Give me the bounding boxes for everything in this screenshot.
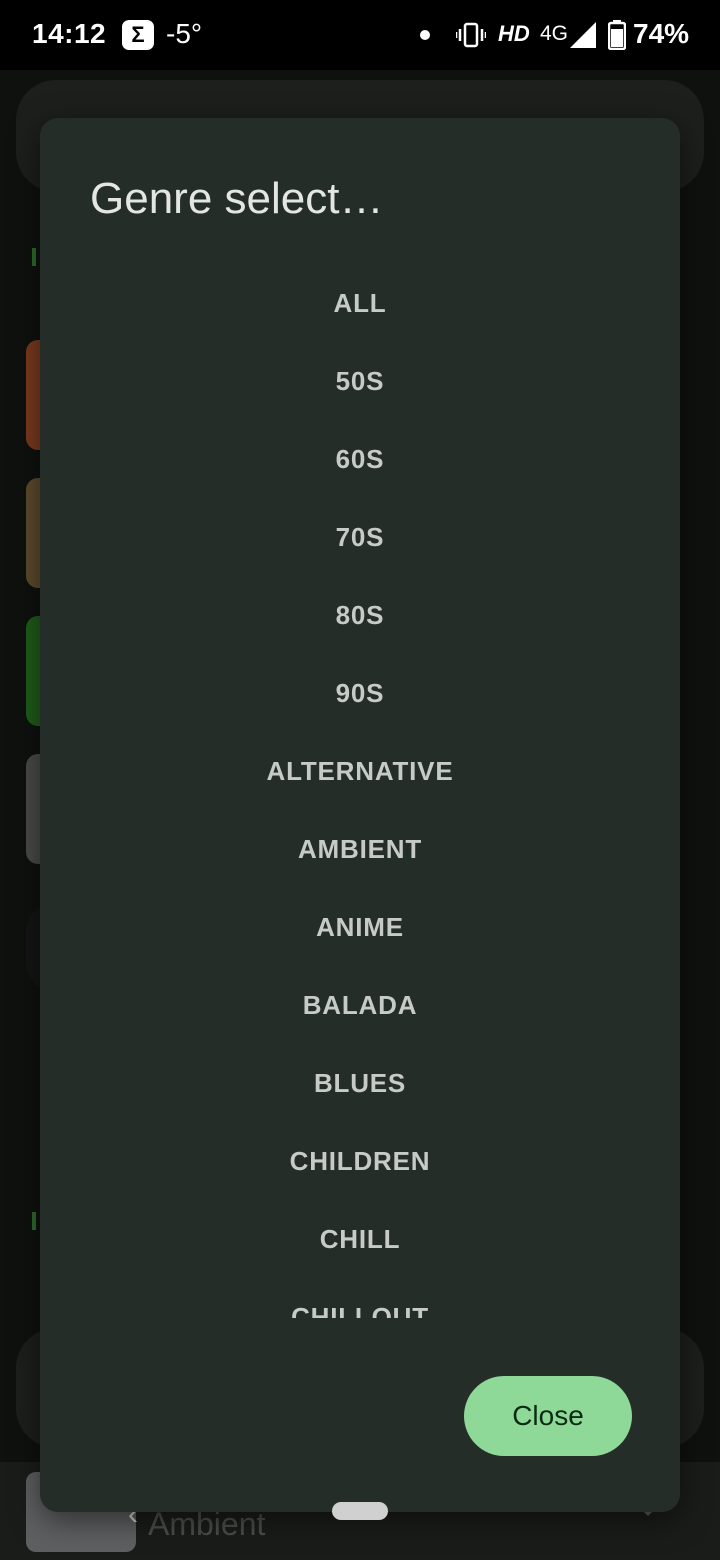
genre-list[interactable]: ALL 50S 60S 70S 80S 90S ALTERNATIVE AMBI… [40, 264, 680, 1318]
screen: 14:12 Σ -5° HD 4G 74% ‹ Ambient Genre se… [0, 0, 720, 1560]
genre-item-80s[interactable]: 80S [40, 576, 680, 654]
genre-item-blues[interactable]: BLUES [40, 1044, 680, 1122]
genre-item-anime[interactable]: ANIME [40, 888, 680, 966]
background-section-accent [32, 248, 36, 266]
status-bar: 14:12 Σ -5° HD 4G 74% [0, 0, 720, 70]
genre-select-dialog: Genre select… ALL 50S 60S 70S 80S 90S AL… [40, 118, 680, 1512]
notification-dot-icon [420, 30, 430, 40]
sigma-app-icon: Σ [122, 20, 154, 50]
genre-item-all[interactable]: ALL [40, 264, 680, 342]
home-gesture-handle[interactable] [332, 1502, 388, 1520]
genre-item-chillout[interactable]: CHILLOUT [40, 1278, 680, 1318]
status-time: 14:12 [32, 18, 107, 49]
genre-item-chill[interactable]: CHILL [40, 1200, 680, 1278]
network-type: 4G [540, 22, 569, 45]
battery-icon [608, 20, 626, 50]
close-button[interactable]: Close [464, 1376, 632, 1456]
genre-item-70s[interactable]: 70S [40, 498, 680, 576]
genre-item-balada[interactable]: BALADA [40, 966, 680, 1044]
genre-item-alternative[interactable]: ALTERNATIVE [40, 732, 680, 810]
background-section-accent [32, 1212, 36, 1230]
genre-item-90s[interactable]: 90S [40, 654, 680, 732]
hd-voice-icon: HD [498, 21, 530, 46]
genre-item-ambient[interactable]: AMBIENT [40, 810, 680, 888]
signal-icon [570, 22, 596, 48]
vibrate-icon [456, 22, 486, 48]
status-temperature: -5° [166, 18, 203, 49]
dialog-title: Genre select… [90, 174, 384, 223]
battery-percentage: 74% [633, 18, 690, 49]
genre-item-children[interactable]: CHILDREN [40, 1122, 680, 1200]
genre-item-50s[interactable]: 50S [40, 342, 680, 420]
genre-item-60s[interactable]: 60S [40, 420, 680, 498]
